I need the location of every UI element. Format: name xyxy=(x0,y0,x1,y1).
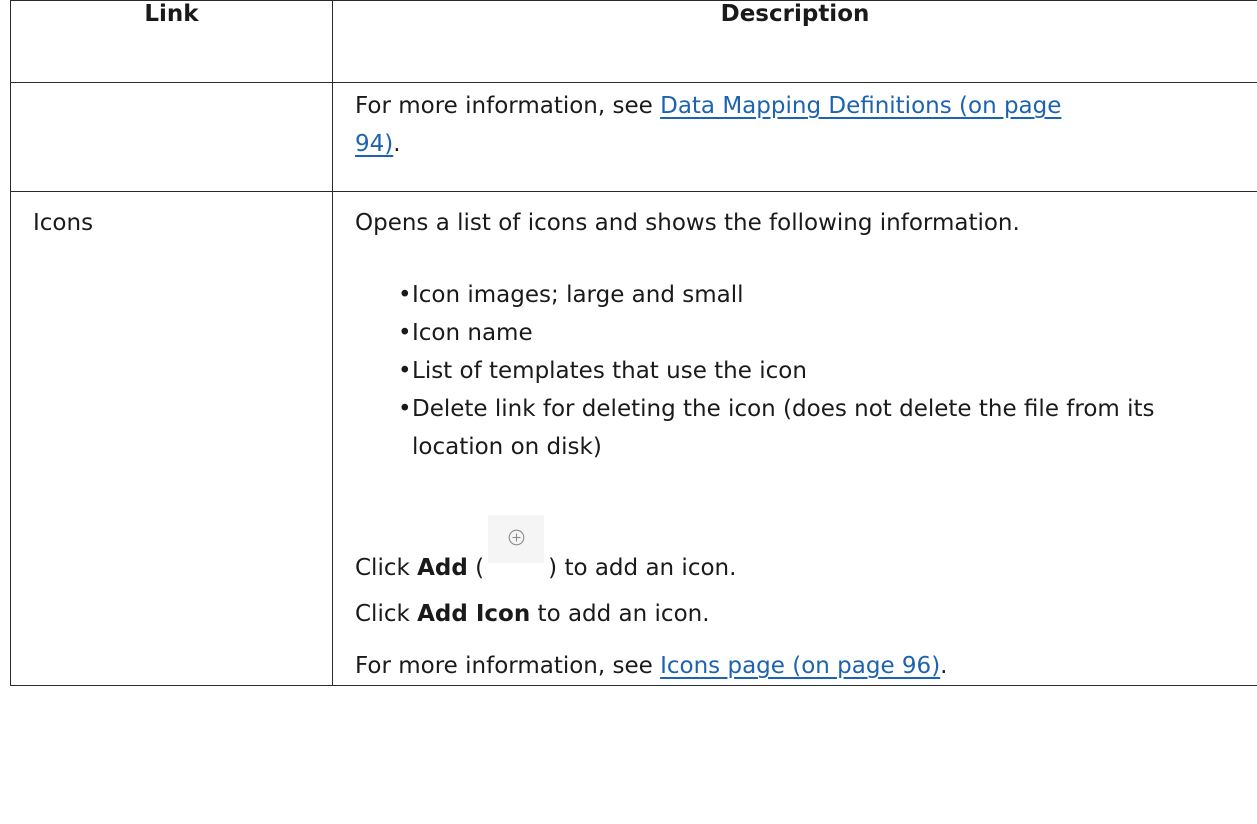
link-cell-empty xyxy=(10,82,333,192)
icons-link-label: Icons xyxy=(33,210,94,236)
documentation-table: Link Description For more information, s… xyxy=(10,0,1257,686)
icons-intro: Opens a list of icons and shows the foll… xyxy=(355,210,1020,236)
plus-circle-icon xyxy=(488,515,545,563)
more-info-text: For more information, see Data Mapping D… xyxy=(355,93,1062,157)
list-item: List of templates that use the icon xyxy=(398,352,1235,390)
list-item: Icon images; large and small xyxy=(398,276,1235,314)
add-icon-instruction: Click Add Icon to add an icon. xyxy=(355,601,710,627)
list-item: Delete link for deleting the icon (does … xyxy=(398,390,1235,466)
icons-more-info: For more information, see Icons page (on… xyxy=(355,653,948,679)
list-item: Icon name xyxy=(398,314,1235,352)
link-cell: Icons xyxy=(10,191,333,686)
add-icon-label: Add Icon xyxy=(417,601,531,627)
description-cell: Opens a list of icons and shows the foll… xyxy=(332,191,1257,686)
add-instruction: Click Add () to add an icon. xyxy=(355,510,1235,587)
header-link: Link xyxy=(10,0,333,83)
table-header-row: Link Description xyxy=(10,0,1257,83)
table-row: For more information, see Data Mapping D… xyxy=(10,82,1257,192)
table-row: Icons Opens a list of icons and shows th… xyxy=(10,191,1257,686)
description-cell: For more information, see Data Mapping D… xyxy=(332,82,1257,192)
icons-info-list: Icon images; large and small Icon name L… xyxy=(355,276,1235,466)
icons-page-link[interactable]: Icons page (on page 96) xyxy=(660,653,940,679)
add-label: Add xyxy=(417,555,468,581)
header-description: Description xyxy=(332,0,1257,83)
